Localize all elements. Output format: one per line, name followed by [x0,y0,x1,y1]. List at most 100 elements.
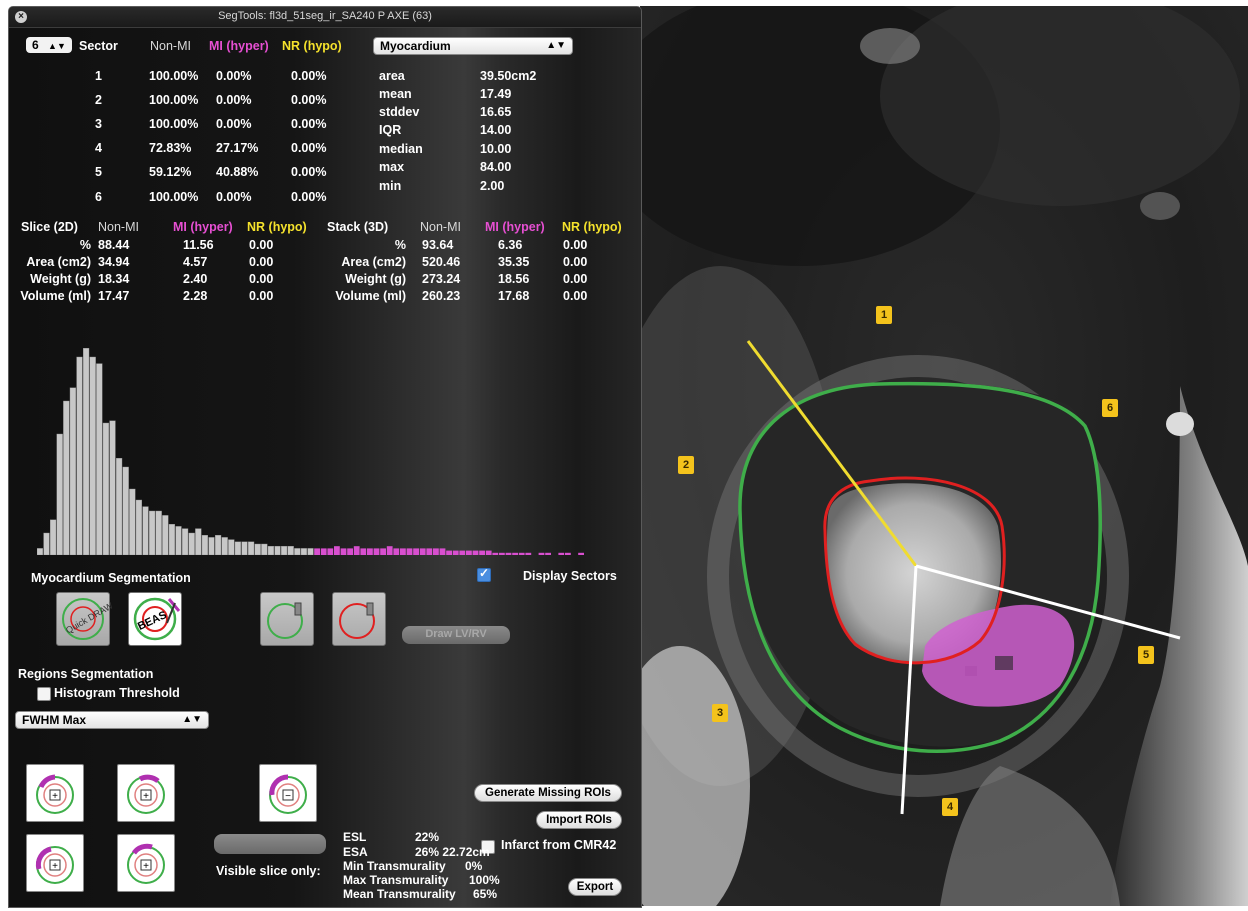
histogram-bar-mi [360,548,367,555]
histogram-bar-mi [380,548,386,555]
histogram-bar-non-mi [267,545,275,555]
stat-label: stddev [379,105,420,119]
add-region-tool-2[interactable]: + [117,764,175,822]
sector-mi-value: 0.00% [216,69,252,83]
beas-button[interactable]: BEAS [128,592,182,646]
add-region-tool-1[interactable]: + [26,764,84,822]
metric-value: 26% 22.72cm [415,845,490,859]
histogram-bar-mi [347,548,353,555]
non-mi-value: 260.23 [422,289,461,303]
mi-value: 18.56 [498,272,530,286]
nr-value: 0.00 [563,272,588,286]
sector-non-mi-value: 100.00% [149,117,199,131]
draw-lv-rv-button[interactable]: Draw LV/RV [402,626,510,644]
slice-mi-header: MI (hyper) [173,220,233,234]
export-button[interactable]: Export [568,878,622,896]
histogram-bar-mi [565,552,571,555]
histogram-bar-non-mi [155,510,162,555]
sector-non-mi-value: 100.00% [149,190,199,204]
histogram-bar-non-mi [294,548,301,555]
sector-id: 2 [95,93,102,107]
sector-count-stepper[interactable]: 6 ▲▼ [26,37,72,53]
sector-label-6: 6 [1102,399,1118,417]
histogram-bar-mi [426,548,433,555]
mri-image[interactable] [640,6,1248,906]
histogram [37,347,584,555]
add-region-tool-4[interactable]: + [117,834,175,892]
stack-3d-title: Stack (3D) [327,220,389,234]
histogram-bar-non-mi [37,548,44,555]
svg-text:−: − [285,791,291,802]
nr-hypo-header: NR (hypo) [282,39,342,53]
stat-label: median [379,142,423,156]
histogram-bar-mi [353,546,360,555]
metric-value: 100% [469,873,500,887]
visible-slice-slider[interactable] [214,834,326,854]
sector-id: 5 [95,165,102,179]
histogram-bar-non-mi [109,420,116,555]
threshold-method-select[interactable]: FWHM Max ▲▼ [15,711,209,729]
stat-value: 84.00 [480,160,512,174]
sector-nr-value: 0.00% [291,93,327,107]
sector-label-3: 3 [712,704,728,722]
histogram-bar-non-mi [96,363,103,555]
sector-label-2: 2 [678,456,694,474]
sector-mi-value: 40.88% [216,165,259,179]
sector-mi-value: 0.00% [216,190,252,204]
histogram-bar-non-mi [228,539,235,555]
histogram-bar-mi [400,548,406,555]
stat-value: 10.00 [480,142,512,156]
epicardium-draw-button[interactable] [260,592,314,646]
svg-text:+: + [52,861,58,872]
histogram-bar-non-mi [261,543,268,555]
histogram-bar-non-mi [254,543,261,555]
sector-id: 3 [95,117,102,131]
sector-nr-value: 0.00% [291,117,327,131]
generate-missing-rois-button[interactable]: Generate Missing ROIs [474,784,622,802]
segtools-panel: × SegTools: fl3d_51seg_ir_SA240 P AXE (6… [8,6,642,908]
select-arrows-icon: ▲▼ [182,714,202,725]
slice-2d-title: Slice (2D) [21,220,78,234]
nr-value: 0.00 [563,255,588,269]
add-region-icon: + [127,774,165,814]
sector-label-4: 4 [942,798,958,816]
nr-value: 0.00 [563,289,588,303]
histogram-threshold-label: Histogram Threshold [54,686,180,700]
sector-id: 6 [95,190,102,204]
histogram-bar-non-mi [162,515,169,555]
stat-value: 16.65 [480,105,512,119]
slice-nr-header: NR (hypo) [247,220,307,234]
stepper-arrows-icon[interactable]: ▲▼ [48,41,66,51]
window-title: SegTools: fl3d_51seg_ir_SA240 P AXE (63) [218,10,432,22]
histogram-bar-mi [340,548,347,555]
import-rois-button[interactable]: Import ROIs [536,811,622,829]
histogram-bar-mi [558,552,565,555]
metric-value: 65% [473,887,498,901]
stack-non-mi-header: Non-MI [420,220,461,234]
display-sectors-checkbox[interactable] [477,566,491,582]
slice-non-mi-header: Non-MI [98,220,139,234]
histogram-bar-mi [466,550,472,555]
endocardium-draw-button[interactable] [332,592,386,646]
image-viewer[interactable]: 1 2 3 4 5 6 [640,6,1248,906]
histogram-bar-non-mi [234,541,242,555]
metric-label: ESL [343,830,367,844]
histogram-bar-non-mi [49,519,57,555]
add-region-tool-3[interactable]: + [26,834,84,892]
histogram-bar-non-mi [188,532,195,555]
mi-value: 17.68 [498,289,530,303]
histogram-bar-mi [439,548,446,555]
sector-count: 6 [32,38,39,52]
select-arrows-icon: ▲▼ [546,40,566,51]
mi-value: 6.36 [498,238,523,252]
remove-region-tool[interactable]: − [259,764,317,822]
region-select[interactable]: Myocardium ▲▼ [373,37,573,55]
histogram-bar-mi [413,548,419,555]
non-mi-value: 273.24 [422,272,461,286]
svg-text:+: + [52,791,58,802]
quick-draw-button[interactable]: Quick DRAW [56,592,115,646]
red-circle-pencil-icon [339,602,375,639]
row-label: % [394,238,406,252]
infarct-from-cmr42-label: Infarct from CMR42 [501,838,617,852]
histogram-threshold-checkbox[interactable] [37,687,51,701]
